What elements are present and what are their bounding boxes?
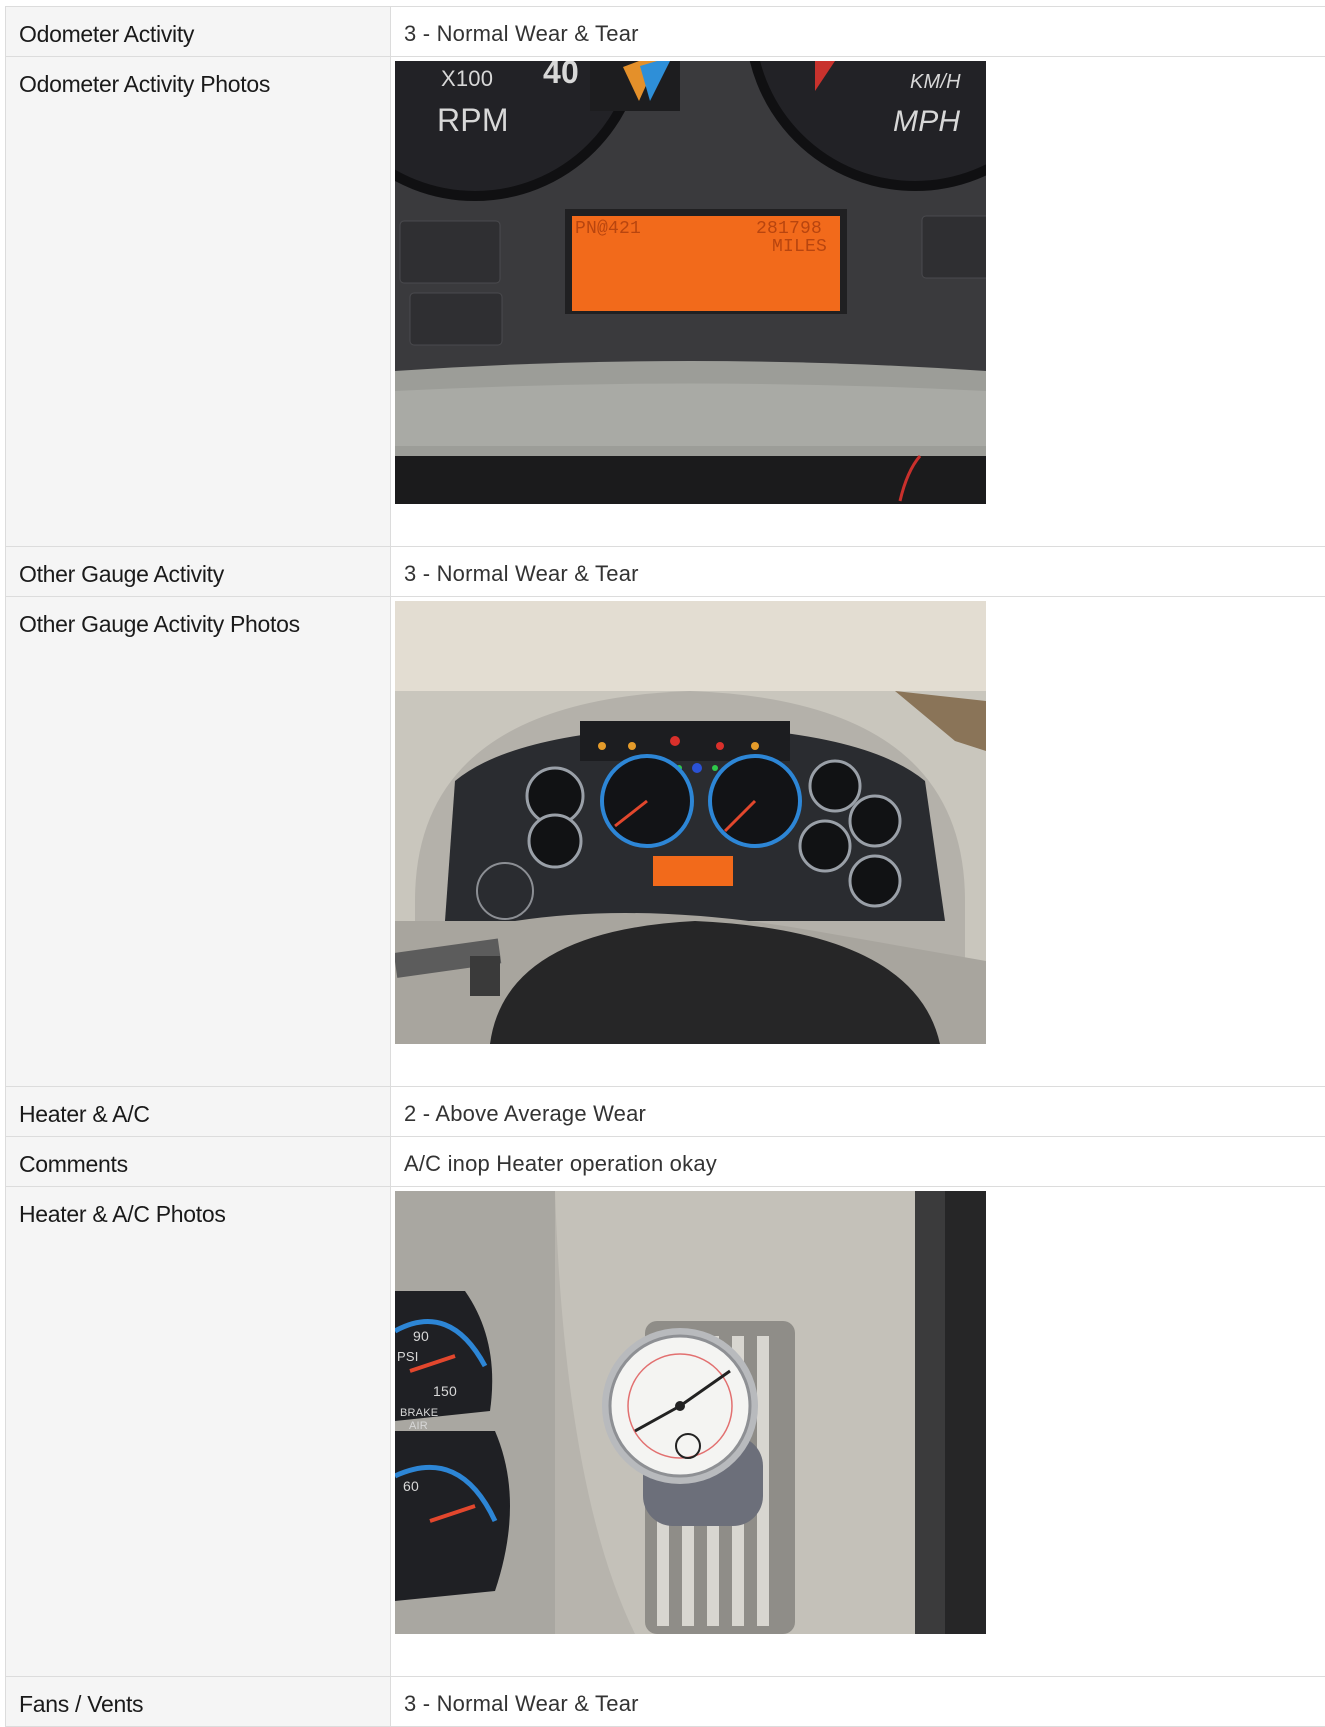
table-row: Odometer Activity 3 - Normal Wear & Tear bbox=[6, 7, 1325, 57]
photo-text: 90 bbox=[413, 1328, 429, 1344]
photo-text: BRAKE bbox=[400, 1407, 438, 1419]
row-label: Other Gauge Activity Photos bbox=[6, 597, 391, 1087]
photo-text: PN@421 bbox=[575, 219, 641, 239]
table-row: Heater & A/C Photos 90 PSI 1 bbox=[6, 1187, 1325, 1677]
photo-cell: 90 PSI 150 BRAKE AIR 60 bbox=[391, 1187, 1325, 1677]
photo-text: AIR bbox=[409, 1420, 428, 1432]
row-label: Odometer Activity bbox=[6, 7, 391, 57]
table-row: Other Gauge Activity 3 - Normal Wear & T… bbox=[6, 547, 1325, 597]
row-label: Odometer Activity Photos bbox=[6, 57, 391, 547]
photo-text: 60 bbox=[403, 1478, 419, 1494]
photo-text: RPM bbox=[437, 102, 509, 138]
photo-text: KM/H bbox=[910, 71, 961, 93]
table-row: Fans / Vents 3 - Normal Wear & Tear bbox=[6, 1677, 1325, 1727]
photo-text: 281798 bbox=[756, 219, 822, 239]
row-value: 3 - Normal Wear & Tear bbox=[391, 7, 1325, 57]
row-label: Comments bbox=[6, 1137, 391, 1187]
row-label: Heater & A/C Photos bbox=[6, 1187, 391, 1677]
row-value: A/C inop Heater operation okay bbox=[391, 1137, 1325, 1187]
row-value: 3 - Normal Wear & Tear bbox=[391, 547, 1325, 597]
photo-text: MILES bbox=[772, 237, 827, 257]
photo-text: X100 bbox=[441, 66, 493, 91]
photo-cell: X100 40 RPM KM/H MPH PN@421 281798 MILES bbox=[391, 57, 1325, 547]
table-row: Other Gauge Activity Photos bbox=[6, 597, 1325, 1087]
table-row: Heater & A/C 2 - Above Average Wear bbox=[6, 1087, 1325, 1137]
table-row: Comments A/C inop Heater operation okay bbox=[6, 1137, 1325, 1187]
row-label: Heater & A/C bbox=[6, 1087, 391, 1137]
photo-text: 150 bbox=[433, 1383, 457, 1399]
odometer-photo[interactable]: X100 40 RPM KM/H MPH PN@421 281798 MILES bbox=[395, 61, 986, 504]
inspection-table: Odometer Activity 3 - Normal Wear & Tear… bbox=[5, 6, 1325, 1727]
row-label: Fans / Vents bbox=[6, 1677, 391, 1727]
photo-text: MPH bbox=[893, 105, 960, 138]
photo-text: 40 bbox=[543, 61, 579, 90]
row-label: Other Gauge Activity bbox=[6, 547, 391, 597]
vent-thermometer-photo[interactable]: 90 PSI 150 BRAKE AIR 60 bbox=[395, 1191, 986, 1634]
table-row: Odometer Activity Photos X100 40 RPM KM/… bbox=[6, 57, 1325, 547]
row-value: 2 - Above Average Wear bbox=[391, 1087, 1325, 1137]
photo-text: PSI bbox=[397, 1349, 419, 1364]
photo-cell bbox=[391, 597, 1325, 1087]
row-value: 3 - Normal Wear & Tear bbox=[391, 1677, 1325, 1727]
gauge-cluster-photo[interactable] bbox=[395, 601, 986, 1044]
